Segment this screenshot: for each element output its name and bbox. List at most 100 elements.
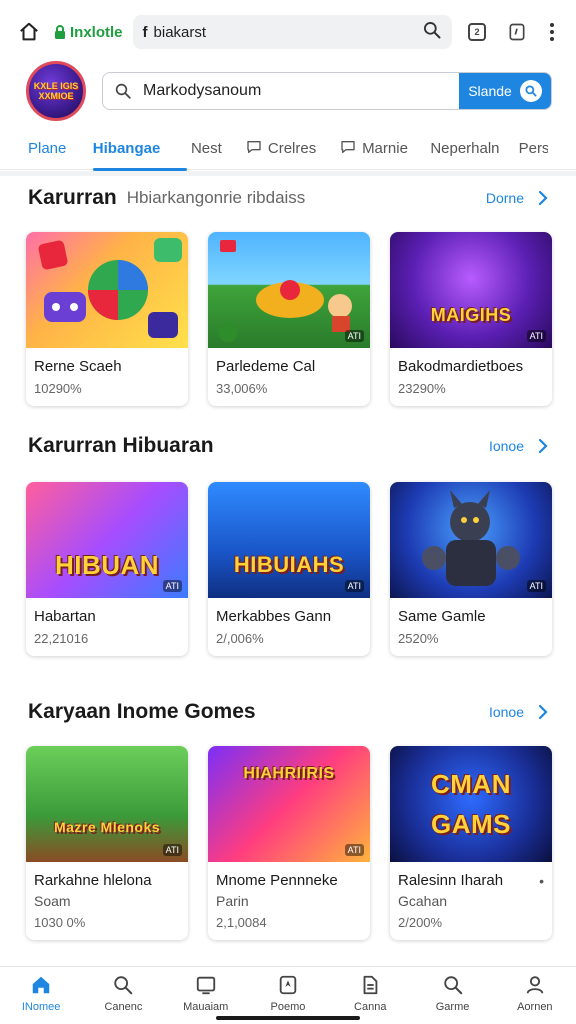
card-title: Merkabbes Gann	[216, 608, 332, 625]
thumbnail-title: HIBUIAHS	[233, 552, 345, 577]
card-title: Ralesinn Iharah	[398, 872, 504, 889]
game-card[interactable]: HIBUAN ATI Habartan 22,21016	[26, 482, 188, 656]
nav-item-game[interactable]: Garme	[418, 973, 488, 1013]
card-body: Merkabbes Gann 2/,006%	[208, 598, 370, 656]
card-badge: ATI	[526, 330, 546, 342]
home-icon[interactable]	[14, 17, 44, 47]
card-meta: 23290%	[398, 381, 446, 396]
card-row: HIBUAN ATI Habartan 22,21016 HIBUIAHS AT…	[0, 482, 576, 656]
card-body: Rarkahne hlelona Soam 1030 0%	[26, 862, 188, 940]
search-input[interactable]	[143, 82, 459, 100]
nav-item-profile[interactable]: Aornen	[500, 973, 570, 1013]
thumbnail-title: HIBUAN	[54, 549, 160, 580]
tab-label: Plane	[28, 140, 67, 157]
game-card[interactable]: MAIGIHS ATI Bakodmardietboes 23290%	[390, 232, 552, 406]
game-card[interactable]: HIBUIAHS ATI Merkabbes Gann 2/,006%	[208, 482, 370, 656]
nav-item-search[interactable]: Canenc	[88, 973, 158, 1013]
tab-nest[interactable]: Nest	[191, 128, 246, 170]
tv-icon	[194, 973, 218, 997]
browser-bar: Inxlotle f biakarst 2	[0, 0, 576, 64]
card-body: Mnome Pennneke Parin 2,1,0084	[208, 862, 370, 940]
card-badge: ATI	[162, 580, 182, 592]
tab-plane[interactable]: Plane	[28, 128, 91, 170]
card-meta: 10290%	[34, 381, 82, 396]
tab-label: Neperhaln	[430, 140, 500, 157]
game-card[interactable]: ATI Parledeme Cal 33,006%	[208, 232, 370, 406]
card-badge: ATI	[162, 844, 182, 856]
game-thumbnail	[26, 232, 188, 348]
thumbnail-title: CMAN GAMS	[431, 769, 511, 839]
section-karurran-hibuaran: Karurran Hibuaran Ionoe HIBUAN ATI Habar…	[0, 426, 576, 656]
see-more-label: Ionoe	[488, 704, 524, 720]
nav-item-canna[interactable]: Canna	[335, 973, 405, 1013]
card-meta: 1030 0%	[34, 915, 86, 930]
category-tabs: Plane Hibangae Nest Crelres Marnie Neper…	[0, 128, 576, 171]
nav-label: Poemo	[270, 1001, 306, 1013]
tab-marnie[interactable]: Marnie	[340, 128, 430, 170]
url-prefix: f	[142, 23, 148, 41]
app-header: KXLE IGIS XXMIOE Slande	[0, 60, 576, 122]
card-meta: 2/,006%	[216, 631, 264, 646]
chat-icon	[246, 139, 262, 159]
card-body: Rerne Scaeh 10290%	[26, 348, 188, 406]
see-more-link[interactable]: Dorne	[486, 190, 548, 206]
home-icon	[29, 973, 53, 997]
card-badge: ATI	[344, 844, 364, 856]
card-subtitle: Gcahan	[398, 893, 448, 909]
site-security-badge[interactable]: Inxlotle	[54, 24, 123, 41]
nav-label: INomee	[21, 1001, 61, 1013]
tab-hibangae[interactable]: Hibangae	[92, 128, 188, 171]
logo-line-1: KXLE IGIS	[33, 81, 79, 91]
tab-pers[interactable]: Pers	[519, 128, 548, 170]
search-icon[interactable]	[422, 20, 442, 44]
card-meta: 2/200%	[398, 915, 443, 930]
lock-icon	[54, 25, 66, 39]
game-thumbnail: ATI	[390, 482, 552, 598]
nav-item-tv[interactable]: Mauaiam	[171, 973, 241, 1013]
nav-label: Canna	[354, 1001, 387, 1013]
card-meta: 33,006%	[216, 381, 268, 396]
card-row: Mazre Mlenoks ATI Rarkahne hlelona Soam …	[0, 746, 576, 940]
compass-icon	[276, 973, 300, 997]
nav-label: Aornen	[517, 1001, 553, 1013]
tabs-icon[interactable]: 2	[462, 17, 492, 47]
tab-neperhaln[interactable]: Neperhaln	[430, 128, 518, 170]
card-badge: ATI	[344, 580, 364, 592]
section-title: Karurran	[28, 186, 117, 209]
game-card[interactable]: Rerne Scaeh 10290%	[26, 232, 188, 406]
game-thumbnail: CMAN GAMS	[390, 746, 552, 862]
app-logo[interactable]: KXLE IGIS XXMIOE	[26, 61, 86, 121]
card-title: Same Gamle	[398, 608, 486, 625]
game-card[interactable]: CMAN GAMS Ralesinn Iharah • Gcahan 2/200…	[390, 746, 552, 940]
card-badge: ATI	[344, 330, 364, 342]
nav-item-explore[interactable]: Poemo	[253, 973, 323, 1013]
game-thumbnail: Mazre Mlenoks ATI	[26, 746, 188, 862]
see-more-link[interactable]: Ionoe	[489, 438, 548, 454]
nav-item-home[interactable]: INomee	[6, 973, 76, 1013]
game-card[interactable]: ATI Same Gamle 2520%	[390, 482, 552, 656]
chevron-right-icon	[538, 190, 548, 206]
more-options-icon[interactable]: •	[539, 873, 544, 889]
section-header: Karurran Hibuaran Ionoe	[0, 426, 576, 466]
url-bar[interactable]: f biakarst	[132, 15, 452, 49]
game-card[interactable]: HIAHRIIRIS ATI Mnome Pennneke Parin 2,1,…	[208, 746, 370, 940]
see-more-link[interactable]: Ionoe	[489, 704, 548, 720]
thumbnail-title: Mazre Mlenoks	[53, 819, 161, 835]
share-icon[interactable]	[502, 17, 532, 47]
search-icon	[441, 973, 465, 997]
section-karyaan-inome-gomes: Karyaan Inome Gomes Ionoe Mazre Mlenoks …	[0, 692, 576, 940]
card-row: Rerne Scaeh 10290% ATI Parledeme Cal 33,…	[0, 232, 576, 406]
section-title: Karurran Hibuaran	[28, 434, 214, 457]
card-body: Bakodmardietboes 23290%	[390, 348, 552, 406]
card-meta: 22,21016	[34, 631, 89, 646]
section-subtitle: Hbiarkangonrie ribdaiss	[126, 188, 306, 207]
card-subtitle: Soam	[34, 893, 71, 909]
section-header: Karyaan Inome Gomes Ionoe	[0, 692, 576, 732]
divider	[0, 171, 576, 176]
search-button[interactable]: Slande	[459, 73, 551, 109]
tab-crelres[interactable]: Crelres	[246, 128, 340, 170]
search-box: Slande	[102, 72, 552, 110]
game-card[interactable]: Mazre Mlenoks ATI Rarkahne hlelona Soam …	[26, 746, 188, 940]
more-menu-icon[interactable]	[542, 23, 562, 41]
tab-label: Nest	[190, 140, 222, 157]
